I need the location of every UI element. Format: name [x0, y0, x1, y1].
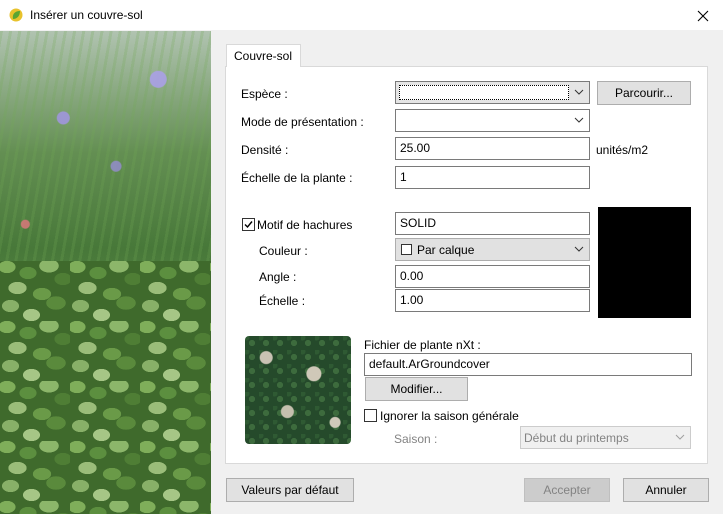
close-button[interactable]	[683, 0, 723, 31]
espece-select[interactable]	[395, 81, 590, 104]
ignore-season-checkbox[interactable]	[364, 409, 377, 422]
ivy-foliage	[0, 261, 211, 514]
app-leaf-icon	[9, 8, 23, 22]
densite-input[interactable]: 25.00	[395, 137, 590, 160]
plant-file-label: Fichier de plante nXt :	[364, 338, 481, 352]
groundcover-photo	[0, 31, 211, 514]
plant-preview-image	[245, 336, 351, 444]
hatch-preview-swatch	[598, 207, 691, 318]
saison-value: Début du printemps	[524, 431, 629, 445]
chevron-down-icon	[574, 89, 584, 95]
chevron-down-icon	[675, 434, 685, 440]
parcourir-button[interactable]: Parcourir...	[597, 81, 691, 105]
mode-select[interactable]	[395, 109, 590, 132]
saison-label: Saison :	[394, 432, 438, 446]
ignore-season-label: Ignorer la saison générale	[380, 409, 519, 423]
echelle-plante-label: Échelle de la plante :	[241, 171, 353, 185]
chevron-down-icon	[574, 117, 584, 123]
couleur-value: Par calque	[417, 243, 475, 257]
densite-label: Densité :	[241, 143, 289, 157]
defaults-button[interactable]: Valeurs par défaut	[226, 478, 354, 502]
focus-rect	[399, 85, 569, 100]
cancel-button[interactable]: Annuler	[623, 478, 709, 502]
saison-select[interactable]: Début du printemps	[520, 426, 691, 449]
angle-label: Angle :	[259, 270, 297, 284]
modifier-button[interactable]: Modifier...	[365, 377, 468, 401]
close-icon	[697, 10, 709, 21]
window-title: Insérer un couvre-sol	[30, 8, 143, 22]
title-bar: Insérer un couvre-sol	[0, 0, 723, 31]
motif-label: Motif de hachures	[257, 218, 353, 232]
angle-input[interactable]: 0.00	[395, 265, 590, 288]
color-swatch-icon	[401, 244, 412, 255]
tab-couvre-sol[interactable]: Couvre-sol	[226, 44, 301, 67]
couleur-label: Couleur :	[259, 244, 308, 258]
checkmark-icon	[244, 221, 253, 229]
chevron-down-icon	[574, 246, 584, 252]
densite-unit: unités/m2	[596, 143, 649, 157]
couleur-select[interactable]: Par calque	[395, 238, 590, 261]
echelle-input[interactable]: 1.00	[395, 289, 590, 312]
accept-button[interactable]: Accepter	[524, 478, 610, 502]
motif-input[interactable]: SOLID	[395, 212, 590, 235]
espece-label: Espèce :	[241, 87, 288, 101]
echelle-plante-input[interactable]: 1	[395, 166, 590, 189]
tab-label: Couvre-sol	[234, 49, 293, 63]
motif-checkbox[interactable]	[242, 218, 255, 231]
plant-file-input[interactable]: default.ArGroundcover	[364, 353, 692, 376]
echelle-label: Échelle :	[259, 294, 306, 308]
mode-label: Mode de présentation :	[241, 115, 364, 129]
